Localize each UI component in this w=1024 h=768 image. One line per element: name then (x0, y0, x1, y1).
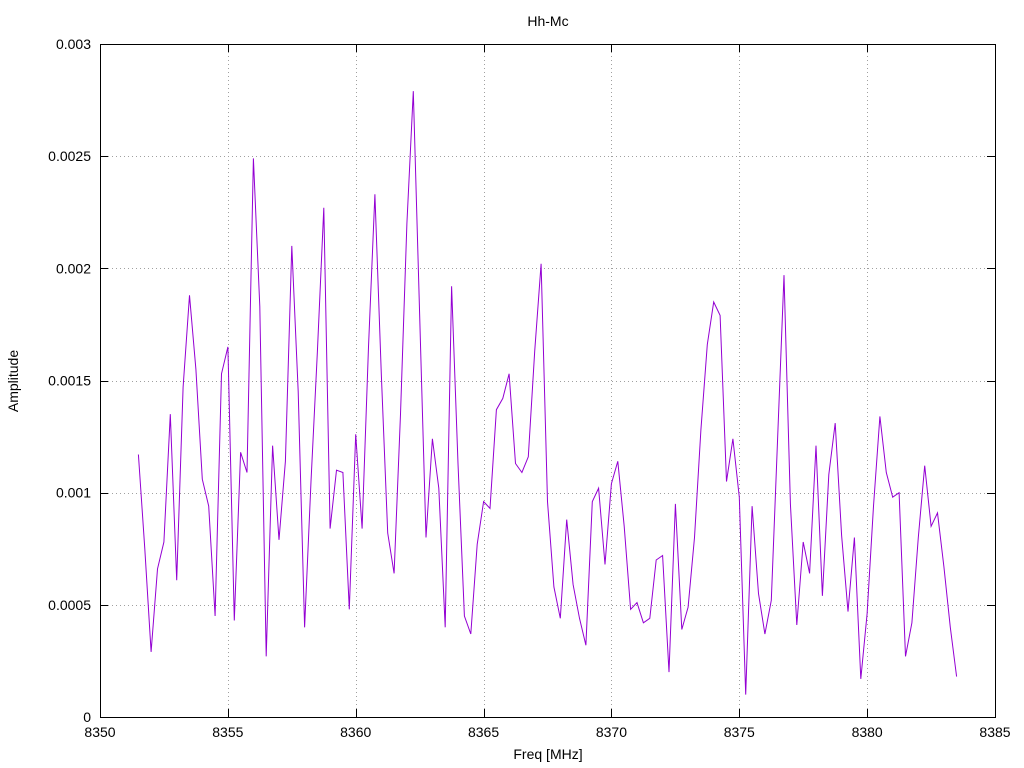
series-layer (137, 91, 958, 695)
x-tick-label: 8380 (852, 724, 883, 740)
x-tick-label: 8360 (340, 724, 371, 740)
y-tick-label: 0.001 (56, 485, 91, 501)
x-tick-label: 8355 (212, 724, 243, 740)
x-tick-label: 8375 (724, 724, 755, 740)
series-line (137, 91, 958, 695)
y-axis-label: Amplitude (5, 350, 21, 412)
y-tick-label: 0.0005 (48, 597, 91, 613)
x-tick-label: 8350 (84, 724, 115, 740)
chart: Hh-Mc 8350 8355 8360 8365 8370 8375 8380 8385 0… (5, 13, 1011, 762)
y-tick-label: 0.0015 (48, 373, 91, 389)
x-tick-label: 8385 (979, 724, 1010, 740)
y-tick-label: 0 (83, 709, 91, 725)
x-tick-label: 8370 (596, 724, 627, 740)
x-tick-label: 8365 (468, 724, 499, 740)
y-tick-label: 0.003 (56, 36, 91, 52)
chart-title: Hh-Mc (527, 13, 568, 29)
x-tick-labels: 8350 8355 8360 8365 8370 8375 8380 8385 (84, 724, 1010, 740)
x-axis-label: Freq [MHz] (513, 746, 582, 762)
y-tick-label: 0.0025 (48, 148, 91, 164)
y-tick-labels: 0 0.0005 0.001 0.0015 0.002 0.0025 0.003 (48, 36, 91, 725)
y-tick-label: 0.002 (56, 260, 91, 276)
